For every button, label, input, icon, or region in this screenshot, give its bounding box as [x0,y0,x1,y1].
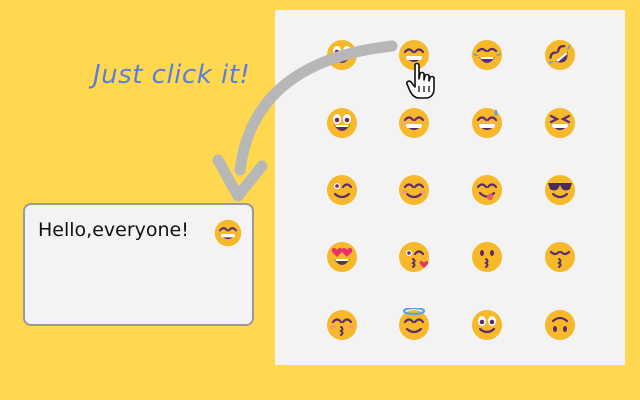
winking-face-emoji-icon[interactable] [325,173,359,207]
grinning-face-big-eyes-emoji-icon[interactable] [325,38,359,72]
grinning-face-with-sweat-emoji-icon[interactable] [470,106,504,140]
smiley-face-emoji-icon[interactable] [325,106,359,140]
rolling-on-floor-laughing-emoji-icon[interactable] [543,38,577,72]
face-savoring-food-emoji-icon[interactable] [470,173,504,207]
upside-down-face-emoji-icon[interactable] [543,308,577,342]
smiling-face-with-heart-eyes-emoji-icon[interactable] [325,240,359,274]
emoji-picker-panel [275,10,625,365]
kissing-face-with-smiling-eyes-emoji-icon[interactable] [325,308,359,342]
hand-pointer-cursor-icon [406,62,435,99]
squinting-face-with-tongue-closed-emoji-icon[interactable] [543,106,577,140]
kissing-face-emoji-icon[interactable] [470,240,504,274]
text-input-box[interactable]: Hello,everyone! [23,203,254,326]
inserted-emoji-icon [213,218,243,248]
beaming-face-emoji-icon[interactable] [397,106,431,140]
smiling-face-with-halo-emoji-icon[interactable] [397,308,431,342]
smiling-face-with-sunglasses-emoji-icon[interactable] [543,173,577,207]
kissing-face-closed-eyes-emoji-icon[interactable] [543,240,577,274]
emoji-grid [275,10,625,365]
face-with-tears-of-joy-emoji-icon[interactable] [470,38,504,72]
face-blowing-a-kiss-emoji-icon[interactable] [397,240,431,274]
textbox-text: Hello,everyone! [38,219,189,241]
slightly-smiling-face-emoji-icon[interactable] [470,308,504,342]
smiling-face-with-smiling-eyes-emoji-icon[interactable] [397,173,431,207]
instruction-caption: Just click it! [93,60,251,90]
